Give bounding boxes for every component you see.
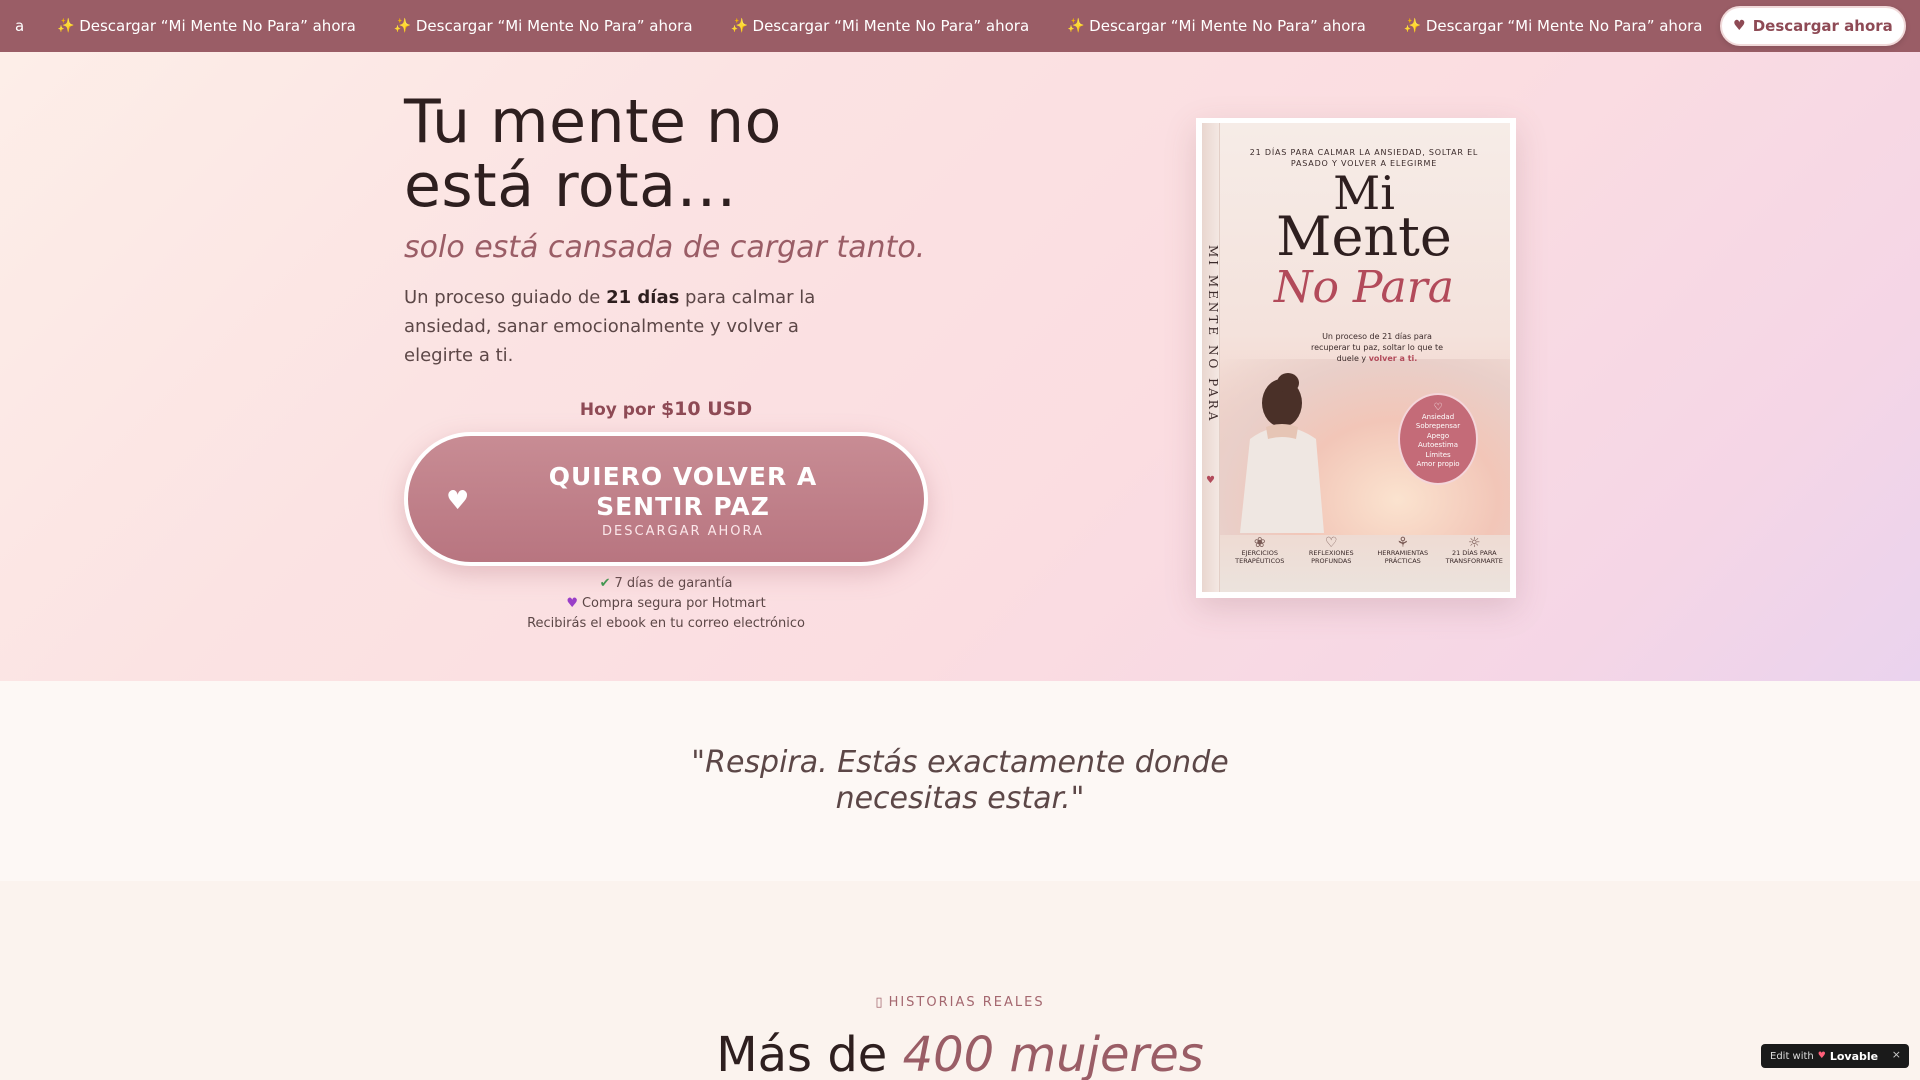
- woman-illustration: [1240, 373, 1324, 533]
- stories-eyebrow: ▯ HISTORIAS REALES: [760, 995, 1160, 1010]
- marquee-item-label: Descargar “Mi Mente No Para” ahora: [415, 17, 693, 35]
- edit-with-lovable-badge[interactable]: Edit with ♥ Lovable ×: [1761, 1044, 1909, 1068]
- book-feature: ❀ EJERCICIOS TERAPÉUTICOS: [1227, 535, 1293, 565]
- sparkles-icon: ✨: [730, 18, 748, 34]
- buy-cta-button[interactable]: ♥ QUIERO VOLVER A SENTIR PAZ DESCARGAR A…: [404, 432, 928, 566]
- book-features: ❀ EJERCICIOS TERAPÉUTICOS ♡ REFLEXIONES PR…: [1224, 535, 1510, 565]
- quote-text: "Respira. Estás exactamente donde necesi…: [691, 745, 1229, 816]
- marquee-item-label: Descargar “Mi Mente No Para” ahora: [1425, 17, 1703, 35]
- price-prefix: Hoy por: [579, 400, 661, 420]
- secure-purchase-item: ♥ Compra segura por Hotmart: [404, 594, 928, 614]
- check-icon: ✔: [599, 576, 611, 591]
- book-feature: ♡ REFLEXIONES PROFUNDAS: [1298, 535, 1364, 565]
- marquee-item-label: Descargar “Mi Mente No Para” ahora: [752, 17, 1030, 35]
- feature-label: EJERCICIOS TERAPÉUTICOS: [1235, 549, 1285, 565]
- sparkles-icon: ✨: [393, 18, 412, 34]
- purple-heart-icon: ♥: [566, 596, 578, 611]
- sparkles-icon: ✨: [1403, 18, 1422, 34]
- feature-label: HERRAMIENTAS PRÁCTICAS: [1377, 549, 1429, 565]
- marquee-item: ✨ Descargar “Mi Mente No Para” ahora: [731, 17, 1030, 35]
- book-feature: ☼ 21 DÍAS PARA TRANSFORMARTE: [1441, 535, 1507, 565]
- marquee-item: ✨ Descargar “Mi Mente No Para” ahora: [1404, 17, 1703, 35]
- book-icon: ▯: [875, 995, 885, 1010]
- marquee-item: ✨ Descargar “Mi Mente No Para” ahora: [394, 17, 693, 35]
- book-title-mente: Mente: [1276, 205, 1452, 268]
- marquee-fragment: a: [15, 17, 25, 35]
- title-plain: Más de: [716, 1027, 903, 1080]
- hero-title-line2: está rota…: [404, 151, 737, 221]
- marquee-item-label: Descargar “Mi Mente No Para” ahora: [1089, 17, 1366, 35]
- hero-section: Tu mente no está rota… solo está cansada…: [0, 52, 1920, 681]
- heart-icon: ♥: [1733, 18, 1746, 34]
- close-icon[interactable]: ×: [1892, 1048, 1901, 1061]
- promo-marquee-bar: a ✨ Descargar “Mi Mente No Para” ahora ✨…: [0, 0, 1920, 52]
- secure-purchase-text: Compra segura por Hotmart: [581, 596, 766, 611]
- badge-topic: Autoestima: [1417, 441, 1458, 449]
- price-amount: $10 USD: [660, 398, 753, 420]
- hero-title: Tu mente no está rota…: [404, 90, 964, 218]
- stories-section: ▯ HISTORIAS REALES Más de 400 mujeres: [0, 881, 1920, 1080]
- desc-highlight: 21 días: [606, 287, 680, 308]
- badge-topic: Sobrepensar: [1415, 422, 1461, 430]
- hero-title-line1: Tu mente no: [404, 87, 782, 157]
- sparkles-icon: ✨: [57, 18, 75, 34]
- book-cover: MI MENTE NO PARA ♥ 21 DÍAS PARA CALMAR L…: [1202, 123, 1510, 592]
- lovable-logo-icon: ♥: [1817, 1051, 1826, 1061]
- lovable-brand: Lovable: [1829, 1049, 1879, 1063]
- heart-icon: ♥: [1206, 475, 1215, 486]
- book-desc-highlight: volver a ti.: [1368, 354, 1418, 363]
- badge-topic: Amor propio: [1416, 460, 1460, 468]
- cta-main-label: QUIERO VOLVER A SENTIR PAZ: [548, 462, 818, 521]
- delivery-note: Recibirás el ebook en tu correo electrón…: [527, 616, 805, 631]
- eyebrow-label: HISTORIAS REALES: [888, 995, 1045, 1010]
- hero-copy: Tu mente no está rota… solo está cansada…: [404, 90, 964, 634]
- sprout-icon: ⚘: [1396, 535, 1410, 551]
- guarantee-text: 7 días de garantía: [614, 576, 733, 591]
- book-spine: MI MENTE NO PARA ♥: [1202, 123, 1220, 592]
- marquee-item-label: Descargar “Mi Mente No Para” ahora: [79, 17, 356, 35]
- marquee-item: ✨ Descargar “Mi Mente No Para” ahora: [57, 17, 356, 35]
- spine-title: MI MENTE NO PARA: [1206, 245, 1220, 424]
- badge-topic: Límites: [1425, 450, 1451, 459]
- badge-topic: Ansiedad: [1421, 412, 1455, 421]
- guarantee-list: ✔ 7 días de garantía ♥ Compra segura por H…: [404, 574, 928, 634]
- hero-description: Un proceso guiado de 21 días para calmar…: [404, 283, 844, 370]
- title-emphasis: 400 mujeres: [902, 1027, 1204, 1080]
- book-feature: ⚘ HERRAMIENTAS PRÁCTICAS: [1370, 535, 1436, 565]
- cta-sub-label: DESCARGAR AHORA: [602, 524, 764, 539]
- feature-label: REFLEXIONES PROFUNDAS: [1308, 549, 1354, 565]
- hero-subtitle: solo está cansada de cargar tanto.: [404, 230, 926, 265]
- badge-topic: Apego: [1426, 431, 1450, 440]
- download-now-label: Descargar ahora: [1752, 17, 1893, 35]
- topics-badge: ♡ Ansiedad Sobrepensar Apego Autoestima …: [1398, 393, 1478, 485]
- edit-with-label: Edit with: [1770, 1050, 1814, 1062]
- desc-part: Un proceso guiado de: [404, 287, 607, 308]
- heart-outline-icon: ♡: [1433, 402, 1443, 413]
- stories-title: Más de 400 mujeres: [560, 1027, 1360, 1080]
- book-cover-image: MI MENTE NO PARA ♥ 21 DÍAS PARA CALMAR L…: [1196, 118, 1516, 598]
- marquee-track: a ✨ Descargar “Mi Mente No Para” ahora ✨…: [0, 0, 1740, 52]
- sparkles-icon: ✨: [1067, 18, 1085, 34]
- price-line: Hoy por $10 USD: [404, 398, 928, 420]
- book-title-nopara: No Para: [1273, 262, 1455, 313]
- lotus-icon: ❀: [1253, 535, 1266, 551]
- guarantee-item: ✔ 7 días de garantía: [404, 574, 928, 594]
- book-description: Un proceso de 21 días para recuperar tu …: [1302, 331, 1452, 364]
- sunrise-icon: ☼: [1467, 535, 1481, 551]
- feature-label: 21 DÍAS PARA TRANSFORMARTE: [1445, 549, 1503, 565]
- marquee-item: ✨ Descargar “Mi Mente No Para” ahora: [1067, 17, 1366, 35]
- heart-icon: ♥: [446, 486, 470, 516]
- download-now-button[interactable]: ♥ Descargar ahora: [1720, 6, 1906, 46]
- heart-outline-icon: ♡: [1324, 535, 1338, 551]
- quote-section: "Respira. Estás exactamente donde necesi…: [0, 681, 1920, 881]
